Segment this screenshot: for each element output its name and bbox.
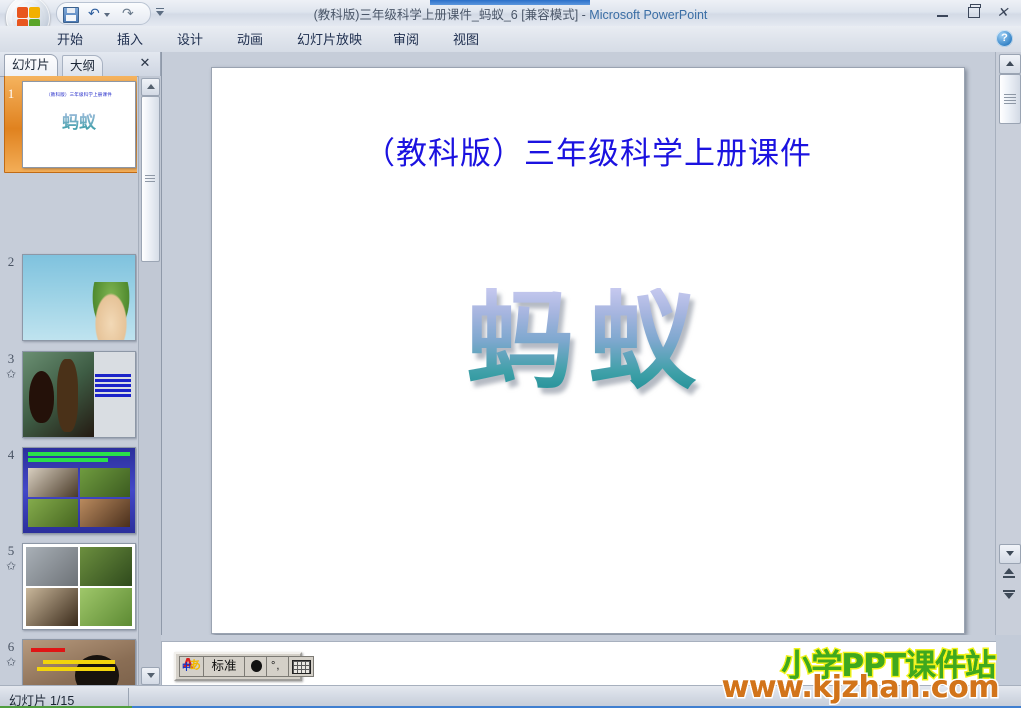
chevron-up-icon [1006, 61, 1014, 66]
animation-star-icon: ✩ [5, 559, 17, 573]
scroll-down-button[interactable] [999, 544, 1021, 564]
slide-thumbnail-5[interactable] [22, 543, 136, 630]
window-controls: ✕ [930, 3, 1015, 21]
list-item[interactable]: 5 ✩ [0, 543, 137, 631]
tab-review[interactable]: 审阅 [384, 30, 428, 50]
restore-button[interactable] [960, 3, 986, 21]
tab-outline[interactable]: 大纲 [62, 55, 104, 76]
close-icon: ✕ [996, 4, 1009, 20]
scrollbar-thumb[interactable] [999, 74, 1021, 124]
scrollbar-thumb[interactable] [141, 96, 160, 262]
list-item[interactable]: 6 ✩ [0, 639, 137, 685]
chevron-down-icon [1006, 551, 1014, 556]
slide-navigation-pane: 幻灯片 大纲 ✕ 1 （教科版）三年级科学上册课件 蚂蚁 2 3 ✩ 4 5 ✩… [0, 52, 161, 685]
list-item[interactable]: 2 [0, 254, 137, 342]
animation-star-icon: ✩ [5, 367, 17, 381]
thumbnail-number: 6 [7, 639, 15, 654]
application-name: Microsoft PowerPoint [589, 8, 708, 22]
powerpoint-window: ↶ ↷ (教科版)三年级科学上册课件_蚂蚁_6 [兼容模式] - Microso… [0, 0, 1021, 708]
slide-canvas[interactable]: （教科版）三年级科学上册课件 蚂蚁 [211, 67, 965, 634]
wordart-text: 蚂蚁 [465, 279, 710, 404]
scroll-up-button[interactable] [999, 54, 1021, 74]
thumb-wordart-text: 蚂蚁 [62, 108, 96, 133]
thumb-title-text: （教科版）三年级科学上册课件 [46, 92, 112, 97]
thumb-text-block [95, 374, 131, 399]
tab-slides[interactable]: 幻灯片 [4, 54, 58, 77]
minimize-button[interactable] [930, 3, 956, 21]
grip-icon [1004, 94, 1016, 104]
pane-tab-strip: 幻灯片 大纲 ✕ [0, 52, 160, 77]
slide-thumbnail-2[interactable] [22, 254, 136, 341]
thumbnail-number: 3 [7, 351, 15, 366]
previous-slide-button[interactable] [999, 566, 1019, 583]
list-item[interactable]: 1 （教科版）三年级科学上册课件 蚂蚁 [0, 76, 137, 176]
keyboard-icon [292, 660, 311, 674]
slide-scrollbar[interactable] [995, 52, 1021, 635]
slide-thumbnail-3[interactable] [22, 351, 136, 438]
ime-soft-keyboard-button[interactable] [288, 656, 314, 677]
punctuation-icon: °, [271, 660, 281, 672]
help-icon: ? [1001, 32, 1008, 44]
ime-toolbar[interactable]: A あ 中 标准 °, [174, 652, 314, 681]
tab-design[interactable]: 设计 [168, 30, 212, 50]
minimize-icon [937, 15, 949, 17]
ime-logo-letter-c: 中 [182, 663, 192, 673]
scroll-up-button[interactable] [141, 78, 160, 96]
slide-thumbnail-4[interactable] [22, 447, 136, 534]
scroll-down-button[interactable] [141, 667, 160, 685]
slide-thumbnail-1[interactable]: （教科版）三年级科学上册课件 蚂蚁 [22, 81, 136, 168]
animation-star-icon: ✩ [5, 655, 17, 669]
tab-animations[interactable]: 动画 [228, 30, 272, 50]
help-button[interactable]: ? [996, 30, 1013, 47]
ime-logo-icon[interactable]: A あ 中 [179, 656, 204, 677]
grip-icon [145, 175, 155, 183]
ime-mode-button[interactable]: 标准 [203, 656, 245, 677]
divider [128, 688, 129, 707]
thumb-photo [23, 352, 94, 437]
slide-thumbnail-list[interactable]: 1 （教科版）三年级科学上册课件 蚂蚁 2 3 ✩ 4 5 ✩ 6 ✩ [0, 76, 137, 685]
thumbnail-number: 2 [7, 254, 15, 269]
tab-slideshow[interactable]: 幻灯片放映 [288, 30, 371, 50]
slide-wordart[interactable]: 蚂蚁 [212, 288, 964, 396]
thumb-text-block [41, 269, 101, 283]
list-item[interactable]: 3 ✩ [0, 351, 137, 439]
chevron-up-icon [147, 84, 155, 89]
list-item[interactable]: 4 [0, 447, 137, 535]
chevron-down-icon [147, 673, 155, 678]
close-button[interactable]: ✕ [989, 3, 1015, 21]
slide-editing-area: （教科版）三年级科学上册课件 蚂蚁 [161, 52, 995, 635]
ime-punctuation-button[interactable]: °, [266, 656, 289, 677]
status-bar: 幻灯片 1/15 [0, 685, 1021, 708]
thumb-character-image [89, 282, 133, 340]
window-title: (教科版)三年级科学上册课件_蚂蚁_6 [兼容模式] - Microsoft P… [0, 4, 1021, 23]
close-pane-button[interactable]: ✕ [138, 56, 152, 70]
moon-icon [251, 660, 262, 672]
restore-icon [967, 4, 981, 18]
title-bar: ↶ ↷ (教科版)三年级科学上册课件_蚂蚁_6 [兼容模式] - Microso… [0, 0, 1021, 40]
thumbnail-number: 4 [7, 447, 15, 462]
ime-halfwidth-fullwidth-button[interactable] [244, 656, 267, 677]
document-title: (教科版)三年级科学上册课件_蚂蚁_6 [兼容模式] - [313, 8, 590, 22]
tab-home[interactable]: 开始 [48, 30, 92, 50]
thumbnail-scrollbar[interactable] [138, 76, 161, 685]
ribbon-tab-strip: 开始 插入 设计 动画 幻灯片放映 审阅 视图 ? [0, 26, 1021, 53]
slide-title-text[interactable]: （教科版）三年级科学上册课件 [212, 128, 964, 173]
thumb-text-block [28, 452, 130, 464]
thumb-photo-grid [26, 547, 132, 626]
thumbnail-number: 1 [7, 86, 15, 101]
thumbnail-number: 5 [7, 543, 15, 558]
tab-view[interactable]: 视图 [444, 30, 488, 50]
tab-insert[interactable]: 插入 [108, 30, 152, 50]
next-slide-button[interactable] [999, 588, 1019, 605]
slide-thumbnail-6[interactable] [22, 639, 136, 685]
thumb-photo-grid [28, 468, 130, 527]
